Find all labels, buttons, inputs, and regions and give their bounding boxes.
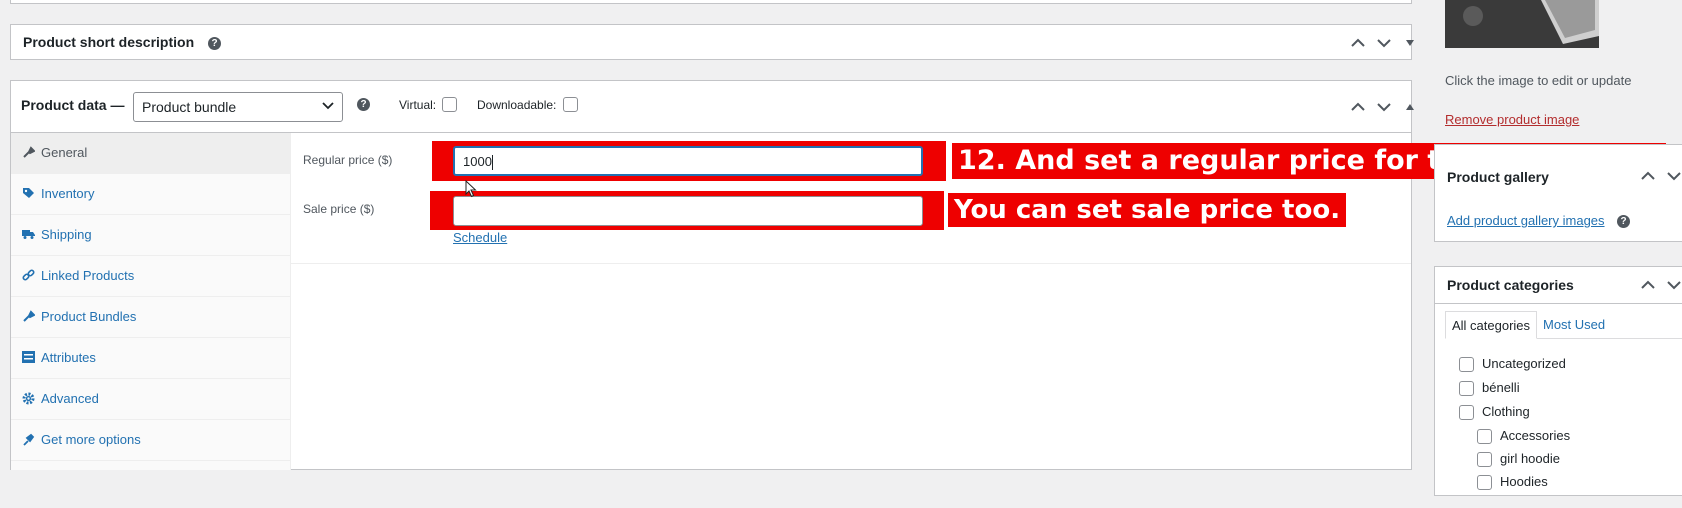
tab-label: General [41,145,88,160]
divider [291,263,1411,264]
category-label: bénelli [1482,380,1520,395]
product-type-select[interactable]: Product bundle [133,92,343,122]
move-down-icon[interactable] [1667,171,1681,181]
virtual-checkbox[interactable] [442,97,457,112]
category-label: Accessories [1500,428,1571,443]
list-icon [22,351,35,363]
move-down-icon[interactable] [1667,280,1681,290]
help-icon[interactable]: ? [208,37,221,50]
tab-all-categories[interactable]: All categories [1445,311,1538,339]
short-description-title: Product short description [23,34,195,50]
help-icon[interactable]: ? [1617,215,1630,228]
schedule-link[interactable]: Schedule [453,230,507,245]
tab-label: Inventory [41,186,95,201]
sale-price-label: Sale price ($) [303,202,375,216]
regular-price-input[interactable]: 1000 [453,146,923,176]
tab-label: Shipping [41,227,92,242]
wrench-icon [22,146,35,159]
product-categories-title: Product categories [1447,277,1574,293]
category-checkbox[interactable] [1459,381,1474,396]
product-gallery-title: Product gallery [1447,169,1549,185]
category-checkbox[interactable] [1477,475,1492,490]
tab-product-bundles[interactable]: Product Bundles [11,297,291,338]
tab-label: Linked Products [41,268,135,283]
downloadable-checkbox[interactable] [563,97,578,112]
toggle-panel-icon[interactable] [1397,81,1423,133]
move-down-icon[interactable] [1371,81,1397,133]
short-description-panel: Product short description ? [10,24,1414,61]
tab-most-used[interactable]: Most Used [1537,311,1611,339]
tab-label: Get more options [41,432,141,447]
move-down-icon[interactable] [1371,25,1397,61]
tab-linked-products[interactable]: Linked Products [11,256,291,297]
tab-advanced[interactable]: Advanced [11,379,291,420]
toggle-panel-icon[interactable] [1397,25,1423,61]
product-data-panel: Product data — Product bundle ? Virtual:… [10,80,1414,470]
link-icon [22,269,35,282]
product-image-thumbnail[interactable] [1445,0,1599,48]
tab-get-more-options[interactable]: Get more options [11,420,291,461]
category-checkbox[interactable] [1459,405,1474,420]
plugin-icon [22,433,35,446]
product-categories-panel: Product categories All categories Most U… [1434,266,1682,496]
remove-product-image-link[interactable]: Remove product image [1445,112,1579,127]
tab-label: Product Bundles [41,309,137,324]
category-checkbox[interactable] [1477,452,1492,467]
tab-shipping[interactable]: Shipping [11,215,291,256]
mouse-cursor-icon [465,180,477,198]
product-data-header: Product data — Product bundle ? Virtual:… [11,81,1414,133]
move-up-icon[interactable] [1345,81,1371,133]
product-gallery-panel: Product gallery Add product gallery imag… [1434,144,1682,242]
product-data-title: Product data — [21,97,125,113]
product-type-value: Product bundle [142,99,237,115]
chevron-down-icon [322,102,334,110]
category-label: Uncategorized [1482,356,1566,371]
annotation-callout-sale-note: You can set sale price too. [948,193,1347,227]
tab-attributes[interactable]: Attributes [11,338,291,379]
tag-icon [22,187,35,200]
help-icon[interactable]: ? [357,98,370,111]
product-data-tabs: General Inventory Shipping Linked Produc… [11,133,291,470]
tab-general[interactable]: General [11,133,291,174]
move-up-icon[interactable] [1641,171,1655,181]
divider [1435,303,1682,304]
previous-panel-edge [10,0,1412,4]
category-label: Hoodies [1500,474,1548,489]
image-edit-hint: Click the image to edit or update [1445,73,1632,88]
add-gallery-images-link[interactable]: Add product gallery images [1447,213,1605,228]
virtual-label: Virtual: [399,98,437,112]
category-label: Clothing [1482,404,1530,419]
category-label: girl hoodie [1500,451,1560,466]
category-checkbox[interactable] [1477,429,1492,444]
regular-price-label: Regular price ($) [303,153,393,167]
truck-icon [22,228,36,240]
move-up-icon[interactable] [1345,25,1371,61]
downloadable-label: Downloadable: [477,98,557,112]
category-checkbox[interactable] [1459,357,1474,372]
sale-price-input[interactable] [453,196,923,226]
regular-price-value: 1000 [463,154,492,169]
tab-label: Advanced [41,391,99,406]
gear-icon [22,392,35,405]
text-caret [491,155,493,171]
wrench-icon [22,310,35,323]
tab-label: Attributes [41,350,96,365]
tab-inventory[interactable]: Inventory [11,174,291,215]
move-up-icon[interactable] [1641,280,1655,290]
